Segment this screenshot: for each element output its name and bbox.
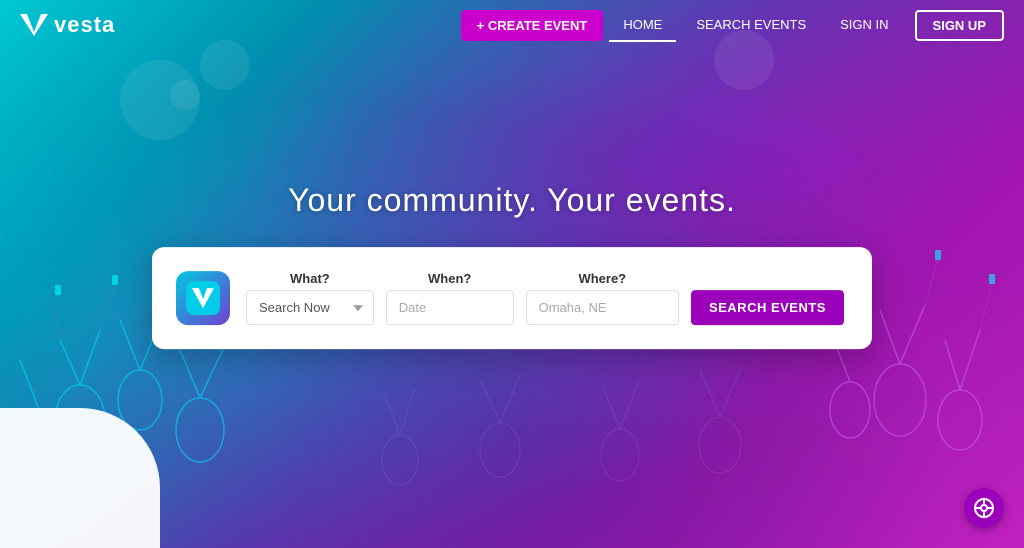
when-field-group: When? (386, 271, 514, 325)
hero-content: Your community. Your events. (0, 182, 1024, 349)
search-logo-v-icon (186, 281, 220, 315)
nav-sign-in-link[interactable]: SIGN IN (826, 9, 902, 42)
sign-up-button[interactable]: SIGN UP (915, 10, 1004, 41)
where-field-group: Where? (526, 271, 679, 325)
hero-title: Your community. Your events. (0, 182, 1024, 219)
help-icon (973, 497, 995, 519)
logo-text: vesta (54, 12, 115, 38)
when-label: When? (386, 271, 514, 286)
nav-search-events-link[interactable]: SEARCH EVENTS (682, 9, 820, 42)
nav-home-link[interactable]: HOME (609, 9, 676, 42)
help-button[interactable] (964, 488, 1004, 528)
what-select[interactable]: Search Now (246, 290, 374, 325)
navbar: vesta + CREATE EVENT HOME SEARCH EVENTS … (0, 0, 1024, 50)
where-input[interactable] (526, 290, 679, 325)
create-event-button[interactable]: + CREATE EVENT (461, 10, 604, 41)
nav-links: + CREATE EVENT HOME SEARCH EVENTS SIGN I… (461, 9, 1004, 42)
search-card: What? Search Now When? Where? SEARCH EVE… (152, 247, 872, 349)
logo[interactable]: vesta (20, 12, 115, 38)
hero-section: vesta + CREATE EVENT HOME SEARCH EVENTS … (0, 0, 1024, 548)
what-label: What? (246, 271, 374, 286)
search-fields: What? Search Now When? Where? SEARCH EVE… (246, 271, 844, 325)
when-input[interactable] (386, 290, 514, 325)
search-events-button[interactable]: SEARCH EVENTS (691, 290, 844, 325)
logo-v-icon (20, 14, 48, 36)
where-label: Where? (526, 271, 679, 286)
what-field-group: What? Search Now (246, 271, 374, 325)
search-card-logo (176, 271, 230, 325)
